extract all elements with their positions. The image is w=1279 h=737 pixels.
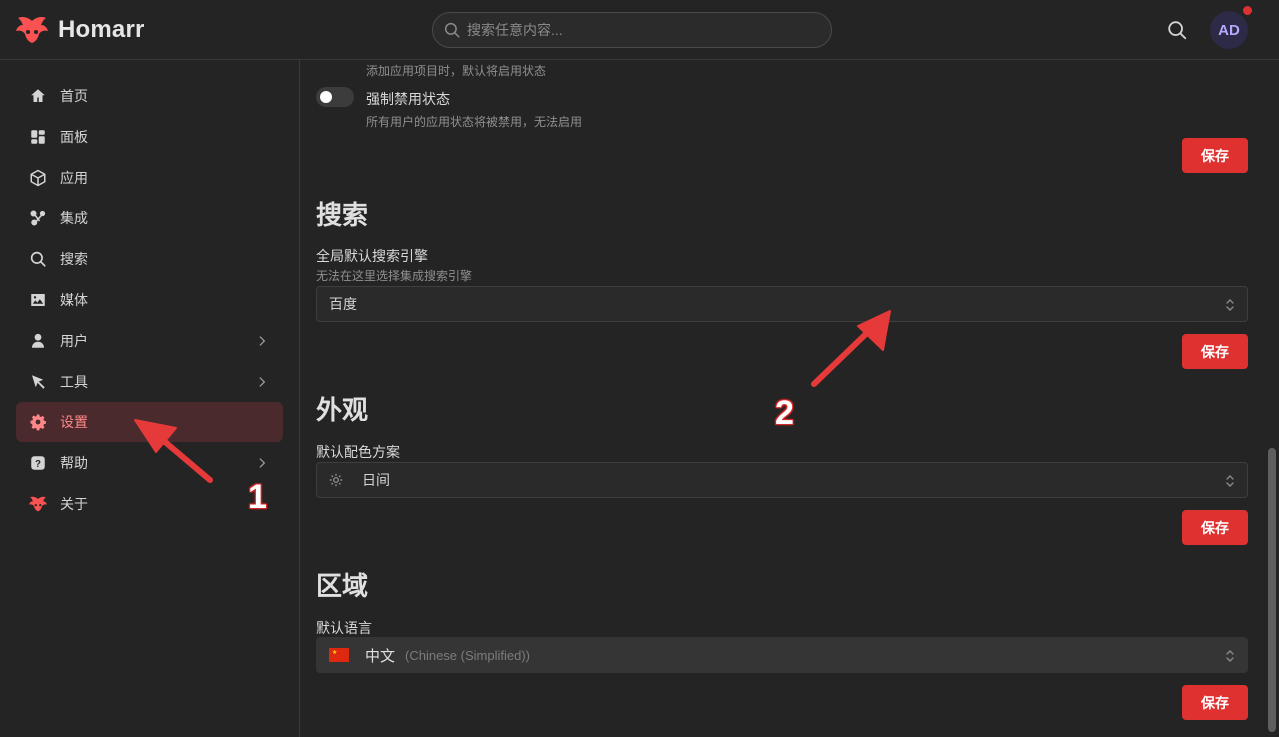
sidebar-item-label: 应用: [60, 170, 88, 186]
gear-icon: [30, 414, 46, 431]
sidebar-item-about[interactable]: 关于: [16, 484, 283, 524]
sidebar-item-users[interactable]: 用户: [16, 321, 283, 361]
homarr-logo-icon: [16, 17, 48, 43]
sidebar-item-label: 集成: [60, 210, 88, 226]
save-apps-button[interactable]: 保存: [1182, 138, 1248, 173]
sidebar-item-label: 帮助: [60, 455, 88, 471]
header: Homarr AD: [0, 0, 1279, 60]
annotation-marker-2: 2: [775, 394, 794, 432]
language-select[interactable]: ★ 中文 (Chinese (Simplified)): [316, 637, 1248, 673]
pointer-icon: [32, 375, 45, 389]
annotation-marker-1: 1: [248, 478, 267, 516]
sidebar-item-label: 工具: [60, 374, 88, 390]
appearance-section-title: 外观: [316, 395, 369, 425]
user-avatar[interactable]: AD: [1210, 11, 1248, 49]
sidebar-item-search[interactable]: 搜索: [16, 239, 283, 279]
search-engine-select[interactable]: 百度: [316, 286, 1248, 322]
sidebar-item-help[interactable]: ? 帮助: [16, 443, 283, 483]
region-section-title: 区域: [316, 571, 369, 601]
sidebar-item-label: 设置: [60, 414, 88, 430]
sidebar-item-media[interactable]: 媒体: [16, 280, 283, 320]
language-value: 中文: [365, 647, 396, 665]
sidebar-item-apps[interactable]: 应用: [16, 158, 283, 198]
header-search-icon[interactable]: [1166, 19, 1188, 41]
scrollbar[interactable]: [1265, 60, 1279, 737]
sidebar-item-label: 用户: [60, 333, 88, 349]
selector-icon: [1226, 650, 1234, 662]
sidebar-item-label: 媒体: [60, 292, 88, 308]
photo-icon: [31, 294, 45, 306]
app-title: Homarr: [58, 16, 145, 43]
sidebar-item-label: 关于: [60, 496, 88, 512]
save-search-button[interactable]: 保存: [1182, 334, 1248, 369]
default-enabled-description: 添加应用项目时，默认将启用状态: [366, 64, 547, 78]
search-section-title: 搜索: [316, 200, 369, 230]
app-logo[interactable]: Homarr: [16, 15, 145, 45]
toggle-knob: [320, 91, 332, 103]
chevron-right-icon: [259, 336, 266, 346]
default-search-engine-label: 全局默认搜索引擎: [316, 248, 428, 264]
search-input[interactable]: [467, 22, 807, 38]
color-scheme-select[interactable]: 日间: [316, 462, 1248, 498]
sidebar-item-label: 面板: [60, 129, 88, 145]
china-flag-icon: ★: [329, 648, 349, 662]
boards-icon: [31, 130, 45, 144]
search-icon: [30, 251, 46, 267]
default-language-label: 默认语言: [316, 620, 372, 636]
scrollbar-thumb[interactable]: [1268, 448, 1276, 732]
sidebar-item-integrations[interactable]: 集成: [16, 198, 283, 238]
sidebar-item-tools[interactable]: 工具: [16, 362, 283, 402]
save-region-button[interactable]: 保存: [1182, 685, 1248, 720]
sidebar-item-home[interactable]: 首页: [16, 76, 283, 116]
selector-icon: [1226, 299, 1234, 311]
integrations-icon: [30, 210, 46, 226]
sidebar-item-label: 首页: [60, 88, 88, 104]
global-search[interactable]: [432, 12, 832, 48]
search-engine-value: 百度: [329, 296, 357, 312]
color-scheme-label: 默认配色方案: [316, 444, 400, 460]
sidebar-item-label: 搜索: [60, 251, 88, 267]
color-scheme-value: 日间: [362, 472, 390, 488]
help-icon: ?: [31, 456, 45, 470]
force-disable-label: 强制禁用状态: [366, 91, 450, 107]
user-icon: [32, 333, 44, 348]
sidebar-item-settings[interactable]: 设置: [16, 402, 283, 442]
chevron-right-icon: [259, 458, 266, 468]
selector-icon: [1226, 475, 1234, 487]
notification-dot: [1242, 5, 1253, 16]
force-disable-toggle[interactable]: [316, 87, 354, 107]
home-icon: [31, 89, 45, 102]
box-icon: [30, 169, 46, 187]
sun-icon: [329, 473, 343, 487]
svg-text:?: ?: [35, 459, 41, 470]
default-search-engine-description: 无法在这里选择集成搜索引擎: [316, 269, 473, 283]
chevron-right-icon: [259, 377, 266, 387]
sidebar-item-boards[interactable]: 面板: [16, 117, 283, 157]
language-value-english: (Chinese (Simplified)): [405, 647, 530, 663]
force-disable-description: 所有用户的应用状态将被禁用，无法启用: [366, 115, 583, 129]
search-icon: [444, 22, 460, 38]
save-appearance-button[interactable]: 保存: [1182, 510, 1248, 545]
homarr-logo-icon: [29, 496, 47, 512]
